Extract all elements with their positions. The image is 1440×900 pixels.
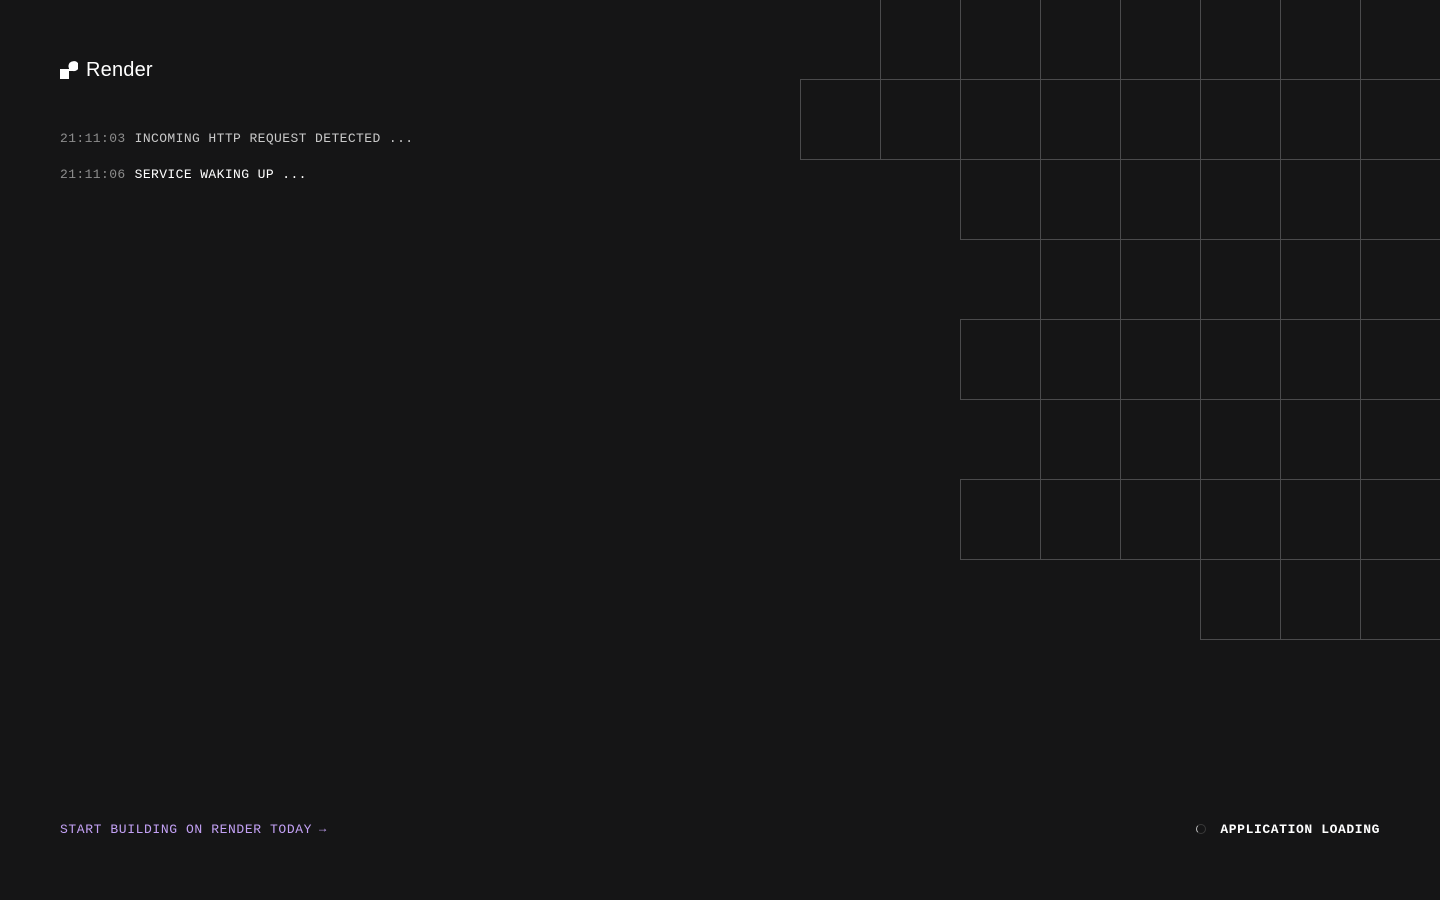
log-timestamp: 21:11:06	[60, 167, 126, 182]
grid-cell	[1040, 79, 1121, 160]
loading-status-label: APPLICATION LOADING	[1220, 821, 1380, 837]
grid-cell	[1120, 239, 1201, 320]
grid-cell	[1040, 479, 1121, 560]
grid-cell	[1360, 319, 1440, 400]
grid-cell	[960, 319, 1041, 400]
grid-cell	[1360, 239, 1440, 320]
event-log: 21:11:03 INCOMING HTTP REQUEST DETECTED .…	[60, 129, 413, 201]
grid-cell	[1040, 0, 1121, 80]
arrow-right-icon: →	[319, 822, 327, 836]
grid-cell	[1040, 159, 1121, 240]
log-line: 21:11:03 INCOMING HTTP REQUEST DETECTED .…	[60, 129, 413, 149]
grid-cell	[1360, 559, 1440, 640]
grid-cell	[1280, 479, 1361, 560]
grid-cell	[1200, 479, 1281, 560]
grid-cell	[1360, 0, 1440, 80]
grid-cell	[1360, 159, 1440, 240]
grid-cell	[1280, 239, 1361, 320]
start-building-label: START BUILDING ON RENDER TODAY	[60, 821, 313, 837]
grid-cell	[1280, 559, 1361, 640]
grid-cell	[880, 79, 961, 160]
start-building-link[interactable]: START BUILDING ON RENDER TODAY →	[60, 820, 327, 838]
log-message: SERVICE WAKING UP ...	[134, 167, 307, 182]
grid-cell	[960, 159, 1041, 240]
grid-cell	[960, 0, 1041, 80]
log-message: INCOMING HTTP REQUEST DETECTED ...	[134, 131, 414, 146]
grid-cell	[1120, 399, 1201, 480]
grid-cell	[1040, 399, 1121, 480]
grid-cell	[1200, 399, 1281, 480]
loading-spinner-icon	[1196, 824, 1207, 834]
grid-cell	[1200, 79, 1281, 160]
grid-cell	[1200, 0, 1281, 80]
grid-cell	[1360, 399, 1440, 480]
grid-cell	[1120, 0, 1201, 80]
grid-cell	[1280, 159, 1361, 240]
grid-cell	[1280, 0, 1361, 80]
render-logo-icon	[60, 61, 78, 79]
grid-cell	[1120, 479, 1201, 560]
grid-cell	[1280, 319, 1361, 400]
grid-cell	[1200, 159, 1281, 240]
grid-cell	[1200, 319, 1281, 400]
render-logo[interactable]: Render	[60, 58, 153, 82]
grid-cell	[960, 79, 1041, 160]
grid-cell	[1120, 79, 1201, 160]
grid-cell	[880, 0, 961, 80]
grid-cell	[1040, 239, 1121, 320]
grid-cell	[1120, 319, 1201, 400]
grid-cell	[1280, 79, 1361, 160]
grid-cell	[1040, 319, 1121, 400]
loading-status: APPLICATION LOADING	[1196, 820, 1380, 838]
grid-cell	[1200, 559, 1281, 640]
grid-cell	[1120, 159, 1201, 240]
grid-cell	[1200, 239, 1281, 320]
grid-cell	[1360, 79, 1440, 160]
grid-cell	[960, 479, 1041, 560]
grid-cell	[800, 79, 881, 160]
log-line: 21:11:06 SERVICE WAKING UP ...	[60, 165, 413, 185]
grid-cell	[1280, 399, 1361, 480]
logo-text: Render	[86, 58, 153, 81]
grid-cell	[1360, 479, 1440, 560]
log-timestamp: 21:11:03	[60, 131, 126, 146]
